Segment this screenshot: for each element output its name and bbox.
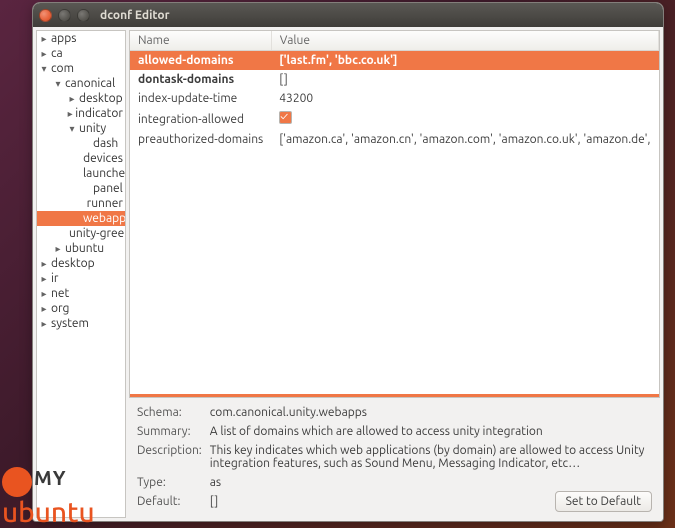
set-to-default-button[interactable]: Set to Default [555,491,652,512]
chevron-right-icon[interactable]: ▸ [39,48,49,60]
chevron-right-icon[interactable]: ▸ [39,318,49,330]
tree-node-desktop[interactable]: ▸desktop [37,256,125,271]
tree-label: desktop [79,92,123,105]
type-label: Type: [137,474,208,491]
tree-node-org[interactable]: ▸org [37,301,125,316]
selection-indicator [130,394,659,397]
right-pane: Name Value allowed-domains['last.fm', 'b… [129,30,660,518]
column-header-name[interactable]: Name [130,31,271,51]
dconf-editor-window: dconf Editor ▸apps▸ca▾com▾canonical▸desk… [32,2,664,522]
key-name: preauthorized-domains [130,130,271,149]
chevron-right-icon[interactable]: ▸ [39,258,49,270]
tree-node-unity-greeter[interactable]: unity-greeter [37,226,125,241]
tree-label: runner [87,197,123,210]
key-value[interactable]: [] [271,70,658,89]
tree-node-desktop[interactable]: ▸desktop [37,91,125,106]
tree-label: com [51,62,74,75]
key-row-integration-allowed[interactable]: integration-allowed [130,108,659,130]
key-value[interactable] [271,108,658,130]
tree-label: unity-greeter [69,227,126,240]
key-value[interactable]: 43200 [271,89,658,108]
type-value: as [210,474,652,491]
keys-panel: Name Value allowed-domains['last.fm', 'b… [129,30,660,398]
ubuntu-circle-icon [2,467,32,497]
tree-node-system[interactable]: ▸system [37,316,125,331]
chevron-right-icon[interactable]: ▸ [39,273,49,285]
titlebar[interactable]: dconf Editor [33,3,663,27]
tree-label: ir [51,272,58,285]
tree-label: devices [83,152,123,165]
tree-node-ir[interactable]: ▸ir [37,271,125,286]
chevron-right-icon[interactable]: ▸ [39,33,49,45]
tree-node-launcher[interactable]: launcher [37,166,125,181]
column-header-value[interactable]: Value [271,31,658,51]
window-title: dconf Editor [100,9,170,22]
tree-label: apps [51,32,76,45]
minimize-icon[interactable] [58,9,71,22]
tree-label: net [51,287,69,300]
key-row-preauthorized-domains[interactable]: preauthorized-domains['amazon.ca', 'amaz… [130,130,659,149]
description-label: Description: [137,442,208,472]
tree-node-canonical[interactable]: ▾canonical [37,76,125,91]
tree-label: indicator [75,107,123,120]
tree-label: ca [51,47,63,60]
checkbox-checked-icon[interactable] [279,111,292,124]
tree-node-apps[interactable]: ▸apps [37,31,125,46]
chevron-right-icon[interactable]: ▸ [39,303,49,315]
key-name: allowed-domains [130,51,271,71]
chevron-right-icon[interactable]: ▸ [67,108,73,120]
tree-label: dash [93,137,118,150]
content-area: ▸apps▸ca▾com▾canonical▸desktop▸indicator… [33,27,663,521]
chevron-right-icon[interactable]: ▸ [39,288,49,300]
key-row-index-update-time[interactable]: index-update-time43200 [130,89,659,108]
tree-node-panel[interactable]: panel [37,181,125,196]
chevron-down-icon[interactable]: ▾ [39,63,49,75]
tree-label: system [51,317,89,330]
tree-label: canonical [65,77,115,90]
tree-node-dash[interactable]: dash [37,136,125,151]
chevron-right-icon[interactable]: ▸ [53,243,63,255]
tree-label: unity [79,122,106,135]
tree-node-com[interactable]: ▾com [37,61,125,76]
summary-value: A list of domains which are allowed to a… [210,423,652,440]
chevron-right-icon[interactable]: ▸ [67,93,77,105]
tree-node-webapps[interactable]: webapps [37,211,125,226]
tree-node-ca[interactable]: ▸ca [37,46,125,61]
details-panel: Schema: com.canonical.unity.webapps Summ… [129,398,660,518]
schema-label: Schema: [137,404,208,421]
tree-label: webapps [83,212,126,225]
tree-label: ubuntu [65,242,104,255]
tree-label: launcher [83,167,126,180]
tree-label: org [51,302,69,315]
default-label: Default: [137,493,208,510]
tree-node-unity[interactable]: ▾unity [37,121,125,136]
tree-node-ubuntu[interactable]: ▸ubuntu [37,241,125,256]
key-name: integration-allowed [130,108,271,130]
tree-label: desktop [51,257,95,270]
key-name: index-update-time [130,89,271,108]
schema-value: com.canonical.unity.webapps [210,404,652,421]
tree-node-net[interactable]: ▸net [37,286,125,301]
description-value: This key indicates which web application… [210,442,652,472]
schema-tree[interactable]: ▸apps▸ca▾com▾canonical▸desktop▸indicator… [36,30,126,518]
summary-label: Summary: [137,423,208,440]
tree-node-devices[interactable]: devices [37,151,125,166]
key-row-allowed-domains[interactable]: allowed-domains['last.fm', 'bbc.co.uk'] [130,51,659,71]
keys-table: Name Value allowed-domains['last.fm', 'b… [130,31,659,149]
key-value[interactable]: ['amazon.ca', 'amazon.cn', 'amazon.com',… [271,130,658,149]
close-icon[interactable] [39,9,52,22]
chevron-down-icon[interactable]: ▾ [67,123,77,135]
key-name: dontask-domains [130,70,271,89]
tree-node-runner[interactable]: runner [37,196,125,211]
maximize-icon[interactable] [77,9,90,22]
tree-node-indicator[interactable]: ▸indicator [37,106,125,121]
tree-label: panel [93,182,123,195]
key-row-dontask-domains[interactable]: dontask-domains[] [130,70,659,89]
key-value[interactable]: ['last.fm', 'bbc.co.uk'] [271,51,658,71]
chevron-down-icon[interactable]: ▾ [53,78,63,90]
